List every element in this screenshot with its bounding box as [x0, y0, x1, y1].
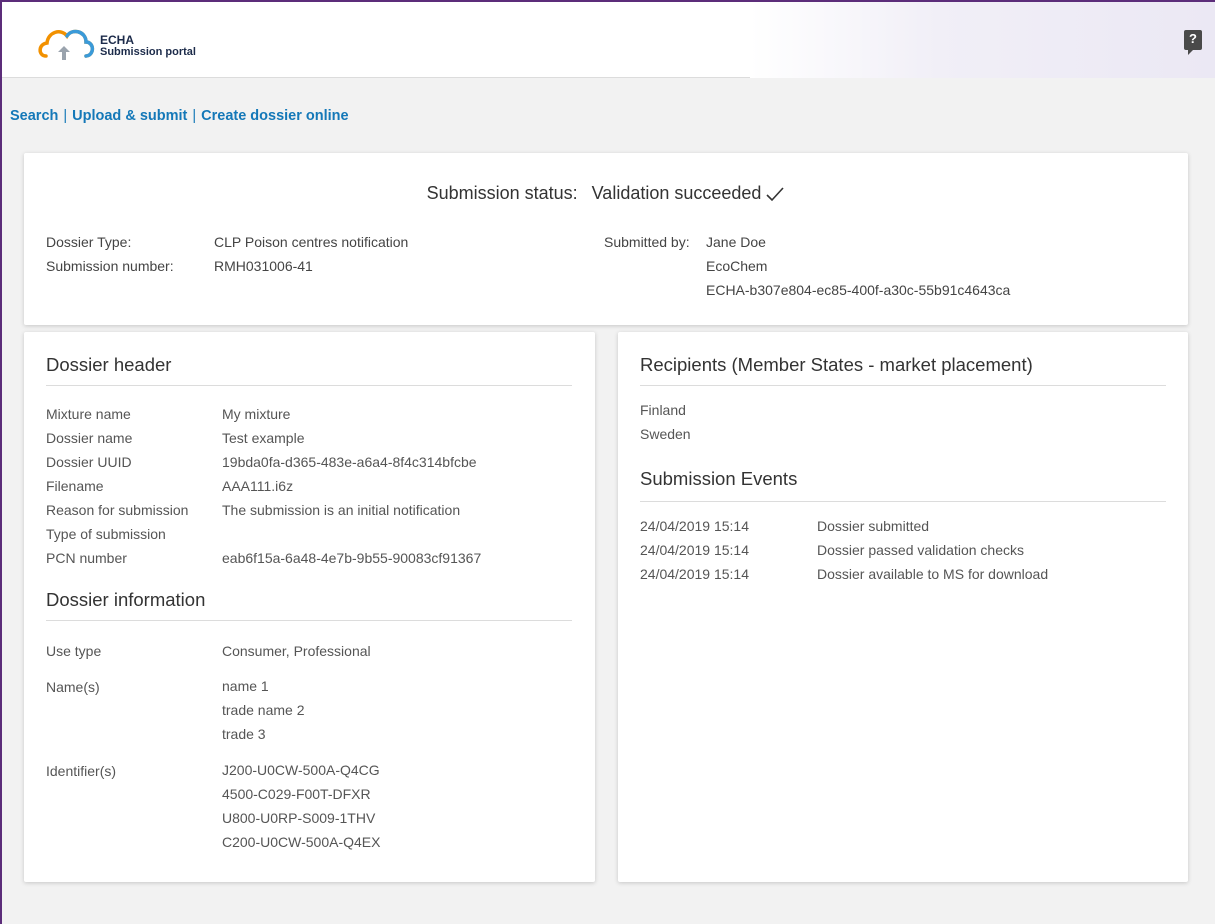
submitted-by-id: ECHA-b307e804-ec85-400f-a30c-55b91c4643c…: [706, 282, 1011, 298]
status-value: Validation succeeded: [591, 183, 762, 203]
submission-events-title: Submission Events: [640, 468, 798, 489]
submitted-by-label: Submitted by:: [604, 234, 690, 250]
use-type-label: Use type: [46, 643, 102, 659]
names-label: Name(s): [46, 679, 100, 695]
dossier-header-labels: Mixture name Dossier name Dossier UUID F…: [46, 402, 188, 570]
name-item: name 1: [222, 678, 269, 694]
row-label: PCN number: [46, 550, 127, 566]
dossier-type-row: Dossier Type: CLP Poison centres notifica…: [46, 232, 408, 252]
row-value: 19bda0fa-d365-483e-a6a4-8f4c314bfcbe: [222, 454, 477, 470]
recipients-events-card: Recipients (Member States - market place…: [618, 332, 1188, 882]
submission-status-card: Submission status: Validation succeeded D…: [24, 153, 1188, 325]
submitted-by-company: EcoChem: [706, 258, 768, 274]
divider: [640, 385, 1166, 386]
divider: [46, 385, 572, 386]
event-time: 24/04/2019 15:14: [640, 542, 749, 558]
checkmark-icon: [766, 187, 785, 202]
submission-status: Submission status: Validation succeeded: [24, 183, 1188, 204]
help-icon[interactable]: ?: [1184, 30, 1202, 55]
logo-line-2: Submission portal: [100, 46, 196, 58]
row-label: Mixture name: [46, 406, 131, 422]
event-time: 24/04/2019 15:14: [640, 518, 749, 534]
recipients-list: Finland Sweden: [640, 398, 691, 446]
row-value: The submission is an initial notificatio…: [222, 502, 461, 518]
event-description: Dossier available to MS for download: [817, 566, 1049, 582]
status-label: Submission status:: [426, 183, 578, 203]
dossier-header-values: My mixture Test example 19bda0fa-d365-48…: [222, 402, 481, 570]
dossier-header-title: Dossier header: [46, 354, 172, 375]
submission-number-row: Submission number: RMH031006-41: [46, 256, 313, 276]
logo-text: ECHA Submission portal: [100, 34, 196, 58]
recipients-title: Recipients (Member States - market place…: [640, 354, 1033, 375]
header-gradient: [750, 0, 1215, 78]
row-label: Type of submission: [46, 526, 166, 542]
submission-number-label: Submission number:: [46, 258, 174, 274]
row-label: Reason for submission: [46, 502, 189, 518]
row-value: Test example: [222, 430, 305, 446]
row-value: eab6f15a-6a48-4e7b-9b55-90083cf91367: [222, 550, 482, 566]
nav-link-upload-submit[interactable]: Upload & submit: [72, 108, 187, 124]
identifier-item: C200-U0CW-500A-Q4EX: [222, 834, 381, 850]
name-item: trade name 2: [222, 702, 305, 718]
nav-link-create-dossier[interactable]: Create dossier online: [201, 108, 348, 124]
divider: [640, 501, 1166, 502]
row-value: [222, 522, 481, 546]
echa-logo-icon[interactable]: [36, 22, 96, 66]
dossier-details-card: Dossier header Mixture name Dossier name…: [24, 332, 595, 882]
divider: [46, 620, 572, 621]
names-list: name 1 trade name 2 trade 3: [222, 674, 305, 746]
row-label: Filename: [46, 478, 104, 494]
event-description: Dossier submitted: [817, 518, 930, 534]
identifiers-label: Identifier(s): [46, 763, 117, 779]
row-value: AAA111.i6z: [222, 478, 294, 494]
dossier-type-value: CLP Poison centres notification: [214, 234, 409, 250]
event-time: 24/04/2019 15:14: [640, 566, 749, 582]
nav-link-search[interactable]: Search: [10, 108, 58, 124]
identifier-item: U800-U0RP-S009-1THV: [222, 810, 376, 826]
identifier-item: J200-U0CW-500A-Q4CG: [222, 762, 380, 778]
dossier-information-title: Dossier information: [46, 589, 206, 610]
name-item: trade 3: [222, 726, 266, 742]
event-times: 24/04/2019 15:14 24/04/2019 15:14 24/04/…: [640, 514, 749, 586]
recipient-item: Sweden: [640, 426, 691, 442]
use-type-value: Consumer, Professional: [222, 643, 371, 659]
submission-number-value: RMH031006-41: [214, 258, 313, 274]
identifier-item: 4500-C029-F00T-DFXR: [222, 786, 371, 802]
identifiers-list: J200-U0CW-500A-Q4CG 4500-C029-F00T-DFXR …: [222, 758, 380, 854]
recipient-item: Finland: [640, 402, 686, 418]
top-nav: Search | Upload & submit | Create dossier on…: [10, 108, 349, 124]
event-descriptions: Dossier submitted Dossier passed validat…: [817, 514, 1048, 586]
event-description: Dossier passed validation checks: [817, 542, 1024, 558]
top-header: ECHA Submission portal ?: [0, 0, 1215, 78]
row-label: Dossier name: [46, 430, 133, 446]
dossier-type-label: Dossier Type:: [46, 234, 132, 250]
nav-separator: |: [63, 108, 68, 124]
row-value: My mixture: [222, 406, 291, 422]
row-label: Dossier UUID: [46, 454, 132, 470]
nav-separator: |: [192, 108, 197, 124]
logo-line-1: ECHA: [100, 33, 135, 47]
submitted-by-name: Jane Doe: [706, 234, 766, 250]
